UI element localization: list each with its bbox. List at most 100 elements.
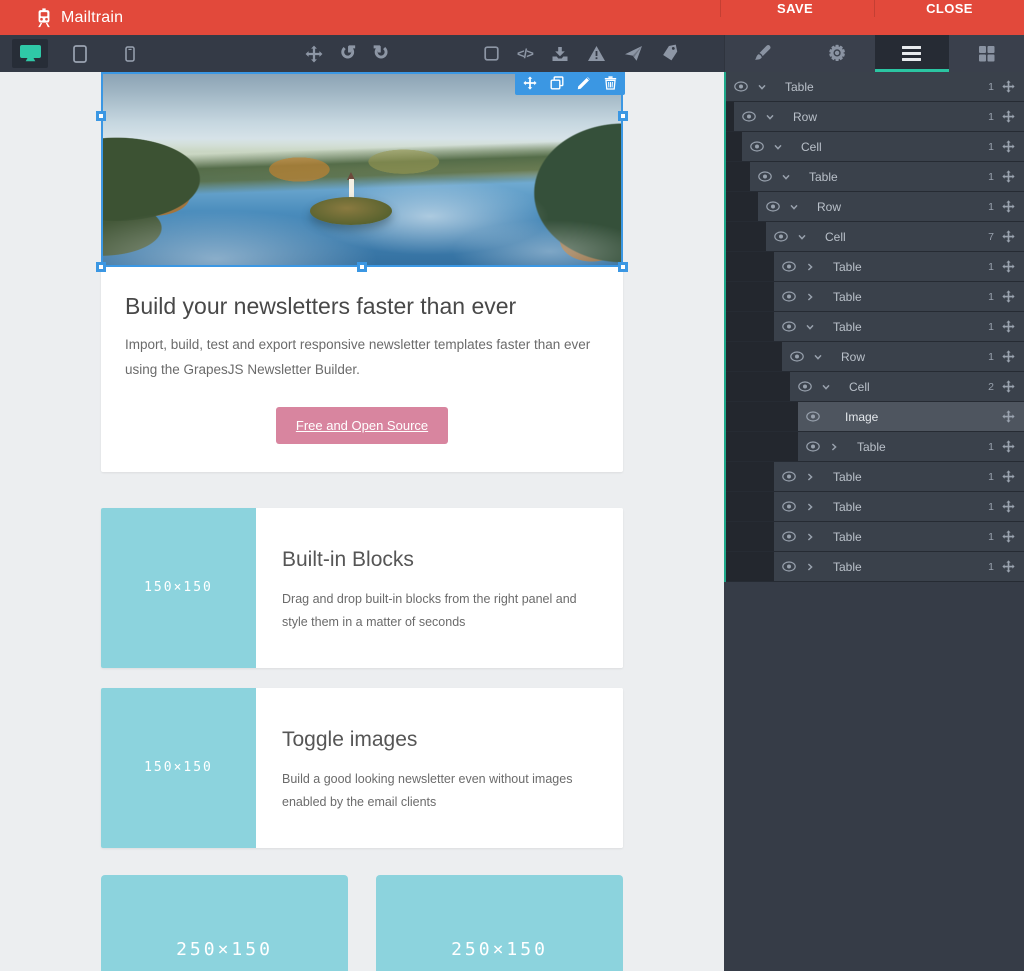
image-placeholder-250[interactable]: 250×150 [376,875,623,971]
move-handle-icon[interactable] [1002,380,1015,393]
built-in-blocks-section[interactable]: 150×150 Built-in Blocks Drag and drop bu… [101,508,623,668]
import-template-button[interactable] [551,35,569,72]
chevron-right-icon[interactable] [805,262,815,272]
layer-row-cell[interactable]: Cell7 [726,222,1024,252]
visibility-toggle-icon[interactable] [750,141,764,152]
visibility-toggle-icon[interactable] [782,471,796,482]
chevron-down-icon[interactable] [789,202,799,212]
visibility-toggle-icon[interactable] [806,411,820,422]
move-handle-icon[interactable] [1002,110,1015,123]
move-handle-icon[interactable] [1002,230,1015,243]
clear-canvas-button[interactable] [587,35,606,72]
close-button[interactable]: CLOSE [874,0,1024,17]
settings-tab[interactable]: ⚙ [800,35,875,72]
layer-row-table[interactable]: Table1 [726,252,1024,282]
visibility-toggle-icon[interactable] [782,291,796,302]
move-handle-icon[interactable] [1002,170,1015,183]
save-button[interactable]: SAVE [720,0,870,17]
chevron-down-icon[interactable] [797,232,807,242]
layer-row-table[interactable]: Table1 [726,462,1024,492]
chevron-down-icon[interactable] [757,82,767,92]
layer-row-table[interactable]: Table1 [726,492,1024,522]
template-tags-button[interactable] [661,35,679,72]
resize-handle-bottom-center[interactable] [357,262,367,272]
send-test-button[interactable] [624,35,643,72]
layer-row-table[interactable]: Table1 [726,162,1024,192]
move-handle-icon[interactable] [1002,320,1015,333]
free-open-source-button[interactable]: Free and Open Source [276,407,448,444]
visibility-toggle-icon[interactable] [758,171,772,182]
selected-image-component[interactable] [101,72,623,267]
visibility-toggle-icon[interactable] [782,501,796,512]
chevron-right-icon[interactable] [829,442,839,452]
component-edit-button[interactable] [577,72,591,95]
layer-row-cell[interactable]: Cell2 [726,372,1024,402]
visibility-toggle-icon[interactable] [774,231,788,242]
redo-button[interactable]: ↻ [373,35,389,72]
move-handle-icon[interactable] [1002,560,1015,573]
move-handle-icon[interactable] [1002,440,1015,453]
resize-handle-bottom-right[interactable] [618,262,628,272]
layer-row-row[interactable]: Row1 [726,102,1024,132]
visibility-toggle-icon[interactable] [798,381,812,392]
visibility-toggle-icon[interactable] [782,261,796,272]
resize-handle-bottom-left[interactable] [96,262,106,272]
move-handle-icon[interactable] [1002,350,1015,363]
chevron-down-icon[interactable] [773,142,783,152]
chevron-down-icon[interactable] [813,352,823,362]
visibility-toggle-icon[interactable] [782,561,796,572]
component-copy-button[interactable] [550,72,564,95]
move-handle-icon[interactable] [1002,470,1015,483]
undo-button[interactable]: ↺ [340,35,356,72]
layer-row-table[interactable]: Table1 [726,522,1024,552]
visibility-toggle-icon[interactable] [734,81,748,92]
layer-row-table[interactable]: Table1 [726,432,1024,462]
move-handle-icon[interactable] [1002,500,1015,513]
chevron-right-icon[interactable] [805,502,815,512]
chevron-down-icon[interactable] [805,322,815,332]
chevron-right-icon[interactable] [805,472,815,482]
device-mobile-button[interactable] [112,39,148,68]
visibility-toggle-icon[interactable] [806,441,820,452]
layer-row-image[interactable]: Image [726,402,1024,432]
device-tablet-button[interactable] [62,39,98,68]
visibility-toggle-icon[interactable] [742,111,756,122]
chevron-right-icon[interactable] [805,292,815,302]
layer-row-row[interactable]: Row1 [726,192,1024,222]
component-move-button[interactable] [523,72,537,95]
layer-row-cell[interactable]: Cell1 [726,132,1024,162]
move-handle-icon[interactable] [1002,290,1015,303]
move-handle-icon[interactable] [1002,260,1015,273]
editor-canvas[interactable]: Build your newsletters faster than ever … [0,72,724,971]
layer-row-table[interactable]: Table1 [726,552,1024,582]
visibility-toggle-icon[interactable] [790,351,804,362]
move-handle-icon[interactable] [1002,80,1015,93]
visibility-toggle-icon[interactable] [782,321,796,332]
move-handle-icon[interactable] [1002,140,1015,153]
device-desktop-button[interactable] [12,39,48,68]
image-placeholder-250[interactable]: 250×150 [101,875,348,971]
layer-row-row[interactable]: Row1 [726,342,1024,372]
visibility-toggle-icon[interactable] [782,531,796,542]
layer-manager-tab[interactable] [875,35,950,72]
toggle-images-section[interactable]: 150×150 Toggle images Build a good looki… [101,688,623,848]
visibility-toggle-icon[interactable] [766,201,780,212]
style-manager-tab[interactable] [725,35,800,72]
move-handle-icon[interactable] [1002,200,1015,213]
resize-handle-left[interactable] [96,111,106,121]
move-handle-icon[interactable] [1002,530,1015,543]
chevron-down-icon[interactable] [781,172,791,182]
toggle-borders-button[interactable] [484,35,499,72]
move-handle-icon[interactable] [1002,410,1015,423]
resize-handle-right[interactable] [618,111,628,121]
intro-section[interactable]: Build your newsletters faster than ever … [101,267,623,472]
chevron-right-icon[interactable] [805,562,815,572]
chevron-right-icon[interactable] [805,532,815,542]
component-delete-button[interactable] [604,72,617,95]
chevron-down-icon[interactable] [765,112,775,122]
chevron-down-icon[interactable] [821,382,831,392]
layer-row-table[interactable]: Table1 [726,282,1024,312]
layer-row-table[interactable]: Table1 [726,72,1024,102]
open-code-button[interactable]: </> [517,35,533,72]
layer-row-table[interactable]: Table1 [726,312,1024,342]
